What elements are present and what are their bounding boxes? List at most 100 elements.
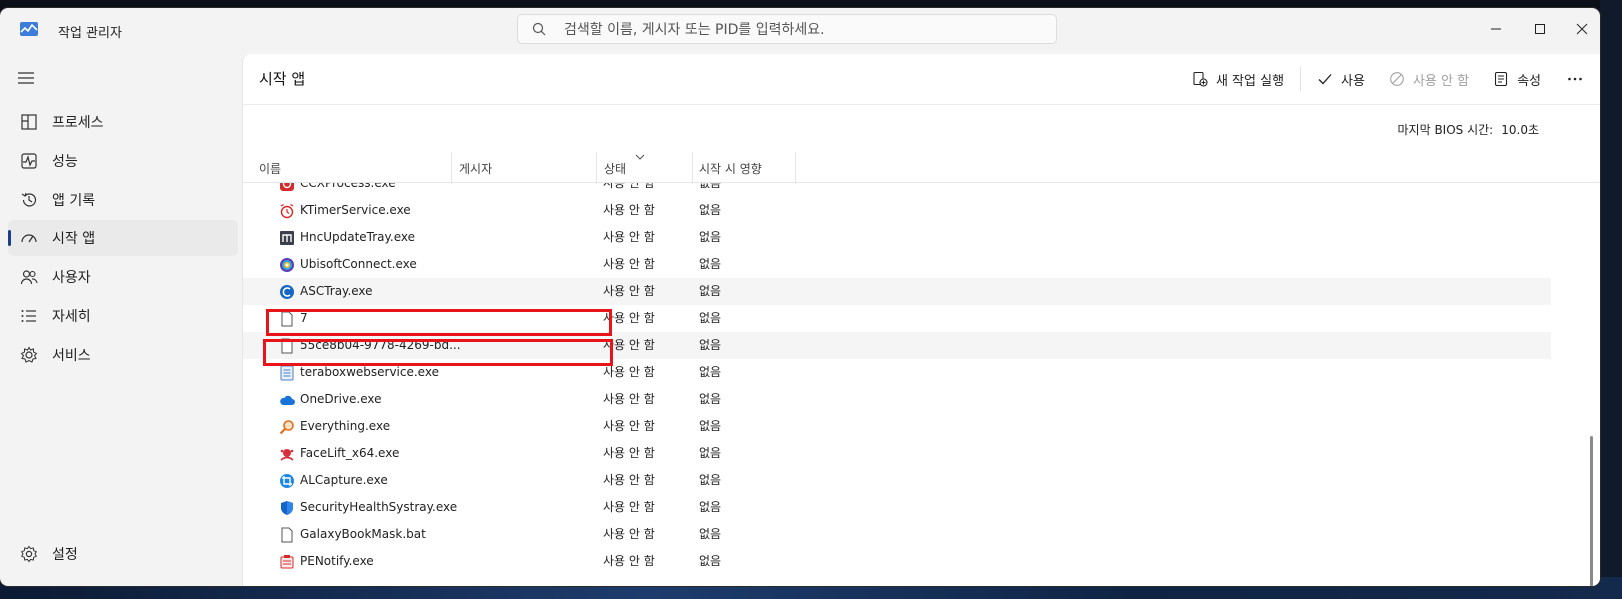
table-row[interactable]: UbisoftConnect.exe 사용 안 함 없음 — [243, 251, 1551, 278]
column-header-startup-impact[interactable]: 시작 시 영향 — [699, 152, 795, 182]
sidebar-item-users[interactable]: 사용자 — [8, 259, 238, 295]
header-divider — [243, 104, 1600, 105]
penotify-icon — [280, 555, 294, 569]
sidebar-item-label: 프로세스 — [52, 115, 104, 131]
column-resize-handle[interactable] — [451, 152, 452, 184]
sidebar-item-label: 앱 기록 — [52, 193, 96, 209]
window-title: 작업 관리자 — [58, 26, 122, 41]
table-row[interactable]: Everything.exe 사용 안 함 없음 — [243, 413, 1551, 440]
process-name: teraboxwebservice.exe — [300, 365, 439, 379]
users-icon — [20, 268, 38, 286]
maximize-button[interactable] — [1520, 16, 1560, 42]
table-row[interactable]: ALCapture.exe 사용 안 함 없음 — [243, 467, 1551, 494]
close-icon — [1576, 23, 1588, 35]
run-new-task-button[interactable]: 새 작업 실행 — [1180, 63, 1296, 95]
sidebar-item-app-history[interactable]: 앱 기록 — [8, 182, 238, 218]
file-icon — [281, 527, 293, 543]
column-header-status[interactable]: 상태 — [604, 152, 690, 182]
minimize-button[interactable] — [1476, 16, 1516, 42]
asc-icon — [280, 285, 294, 299]
column-resize-handle[interactable] — [596, 152, 597, 184]
column-header-label: 게시자 — [459, 162, 493, 176]
file-icon — [281, 338, 293, 354]
enable-button[interactable]: 사용 — [1305, 63, 1377, 95]
column-resize-handle[interactable] — [795, 152, 796, 184]
impact-cell: 없음 — [699, 527, 722, 541]
impact-cell: 없음 — [699, 392, 722, 406]
process-name: 55ce8b04-9778-4269-bd... — [300, 338, 461, 352]
app-history-icon — [20, 191, 38, 209]
table-row[interactable]: teraboxwebservice.exe 사용 안 함 없음 — [243, 359, 1551, 386]
process-name: Everything.exe — [300, 419, 391, 433]
minimize-icon — [1491, 28, 1501, 30]
process-name: ASCTray.exe — [300, 284, 373, 298]
table-row[interactable]: HncUpdateTray.exe 사용 안 함 없음 — [243, 224, 1551, 251]
sidebar-item-services[interactable]: 서비스 — [8, 337, 238, 373]
close-button[interactable] — [1562, 16, 1600, 42]
title-bar[interactable]: 작업 관리자 — [0, 8, 1600, 54]
facelift-icon — [280, 449, 294, 461]
properties-button[interactable]: 속성 — [1481, 63, 1553, 95]
process-name: GalaxyBookMask.bat — [300, 527, 426, 541]
process-name: HncUpdateTray.exe — [300, 230, 416, 244]
table-row[interactable]: 55ce8b04-9778-4269-bd... 사용 안 함 없음 — [243, 332, 1551, 359]
status-cell: 사용 안 함 — [603, 230, 655, 244]
process-name: SecurityHealthSystray.exe — [300, 500, 458, 514]
impact-cell: 없음 — [699, 554, 722, 568]
status-cell: 사용 안 함 — [603, 500, 655, 514]
impact-cell: 없음 — [699, 338, 722, 352]
impact-cell: 없음 — [699, 183, 722, 190]
column-header-label: 시작 시 영향 — [699, 162, 762, 176]
terabox-icon — [280, 365, 294, 381]
vertical-scrollbar[interactable] — [1590, 436, 1593, 586]
column-header-label: 상태 — [604, 162, 627, 176]
sidebar-item-startup-apps[interactable]: 시작 앱 — [8, 220, 238, 256]
disable-label: 사용 안 함 — [1412, 73, 1470, 89]
properties-icon — [1495, 71, 1508, 87]
status-cell: 사용 안 함 — [603, 257, 655, 271]
process-name: FaceLift_x64.exe — [300, 446, 400, 460]
table-row[interactable]: SecurityHealthSystray.exe 사용 안 함 없음 — [243, 494, 1551, 521]
table-row[interactable]: PENotify.exe 사용 안 함 없음 — [243, 548, 1551, 575]
search-icon — [532, 22, 546, 36]
sidebar-item-details[interactable]: 자세히 — [8, 298, 238, 334]
hamburger-menu-icon[interactable] — [16, 70, 36, 86]
file-icon — [281, 311, 293, 327]
alcapture-icon — [280, 474, 294, 488]
table-row[interactable]: ASCTray.exe 사용 안 함 없음 — [243, 278, 1551, 305]
search-box[interactable] — [517, 14, 1057, 45]
sidebar-item-performance[interactable]: 성능 — [8, 143, 238, 179]
sort-descending-icon — [635, 154, 645, 160]
table-row[interactable]: OneDrive.exe 사용 안 함 없음 — [243, 386, 1551, 413]
column-header-label: 이름 — [259, 162, 282, 176]
run-new-task-label: 새 작업 실행 — [1215, 73, 1285, 89]
status-cell: 사용 안 함 — [603, 446, 655, 460]
task-manager-app-icon — [20, 22, 38, 36]
sidebar-item-label: 설정 — [52, 547, 78, 563]
table-row[interactable]: CCXProcess.exe 사용 안 함 없음 — [243, 183, 1551, 197]
toolbar: 새 작업 실행 사용 사용 안 함 속성 — [1180, 54, 1600, 104]
status-cell: 사용 안 함 — [603, 554, 655, 568]
table-row[interactable]: FaceLift_x64.exe 사용 안 함 없음 — [243, 440, 1551, 467]
search-input[interactable] — [562, 15, 1046, 45]
column-header-name[interactable]: 이름 — [259, 152, 451, 182]
sidebar-item-label: 사용자 — [52, 270, 91, 286]
impact-cell: 없음 — [699, 203, 722, 217]
status-cell: 사용 안 함 — [603, 473, 655, 487]
disable-button[interactable]: 사용 안 함 — [1377, 63, 1481, 95]
status-cell: 사용 안 함 — [603, 527, 655, 541]
status-cell: 사용 안 함 — [603, 365, 655, 379]
column-header-publisher[interactable]: 게시자 — [459, 152, 599, 182]
table-row[interactable]: GalaxyBookMask.bat 사용 안 함 없음 — [243, 521, 1551, 548]
table-row[interactable]: 7 사용 안 함 없음 — [243, 305, 1551, 332]
more-options-button[interactable] — [1553, 63, 1600, 95]
status-cell: 사용 안 함 — [603, 284, 655, 298]
alarm-clock-icon — [280, 203, 294, 219]
table-row[interactable]: KTimerService.exe 사용 안 함 없음 — [243, 197, 1551, 224]
sidebar-item-settings[interactable]: 설정 — [8, 536, 238, 572]
sidebar-item-processes[interactable]: 프로세스 — [8, 104, 238, 140]
process-name: CCXProcess.exe — [300, 183, 396, 190]
column-resize-handle[interactable] — [692, 152, 693, 184]
status-cell: 사용 안 함 — [603, 311, 655, 325]
bios-time-label: 마지막 BIOS 시간: — [1397, 123, 1494, 137]
